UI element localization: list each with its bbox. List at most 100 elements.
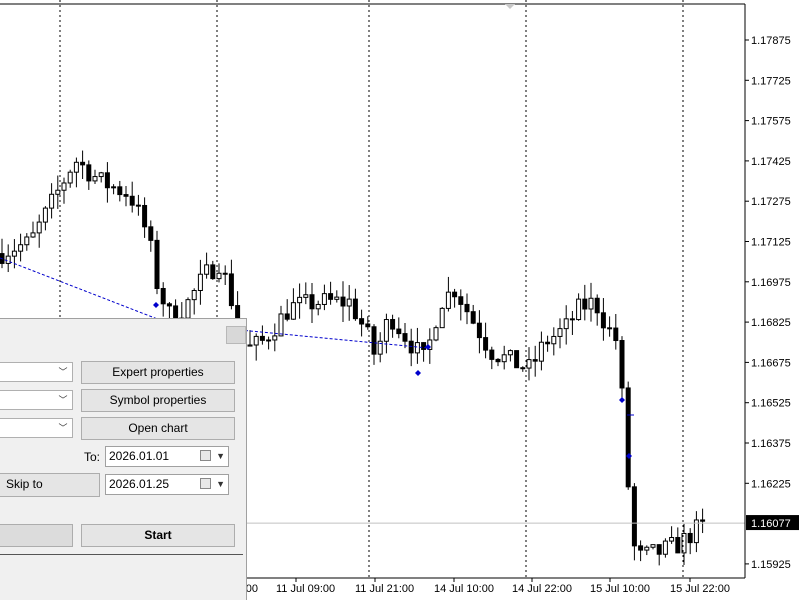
bullish-candle	[185, 299, 191, 319]
chevron-down-icon[interactable]: ▼	[216, 475, 225, 494]
panel-separator	[0, 554, 243, 555]
price-tick-label: 1.15925	[751, 559, 791, 571]
bearish-candle	[160, 287, 166, 305]
chevron-down-icon[interactable]: ▼	[216, 447, 225, 466]
expert-select[interactable]: ﹀	[0, 362, 73, 382]
bearish-candle	[284, 313, 290, 320]
open-chart-button[interactable]: Open chart	[81, 417, 235, 440]
time-tick-label: 14 Jul 22:00	[512, 583, 572, 595]
bullish-candle	[253, 335, 259, 346]
expert-properties-button[interactable]: Expert properties	[81, 361, 235, 384]
bearish-candle	[340, 296, 346, 307]
bullish-candle	[433, 327, 439, 341]
bearish-candle	[545, 341, 551, 345]
time-tick-label: 14 Jul 10:00	[434, 583, 494, 595]
bearish-candle	[371, 326, 377, 355]
price-tick-label: 1.17575	[751, 116, 791, 128]
bearish-candle	[402, 333, 408, 342]
bullish-candle	[204, 264, 210, 275]
price-tick-label: 1.16375	[751, 438, 791, 450]
bullish-candle	[439, 307, 445, 329]
bearish-candle	[495, 358, 501, 363]
bullish-candle	[526, 359, 532, 369]
bullish-candle	[111, 186, 117, 189]
bullish-candle	[383, 319, 389, 342]
bearish-candle	[700, 519, 706, 522]
bearish-candle	[210, 264, 216, 280]
bullish-candle	[30, 232, 36, 238]
bearish-candle	[142, 204, 148, 228]
shift-marker-icon[interactable]	[505, 4, 515, 9]
bearish-candle	[569, 318, 575, 321]
start-button[interactable]: Start	[81, 524, 235, 547]
period-select[interactable]: ﹀	[0, 418, 73, 438]
price-tick-label: 1.16225	[751, 478, 791, 490]
bearish-candle	[228, 273, 234, 307]
price-tick-label: 1.17875	[751, 35, 791, 47]
bullish-candle	[191, 289, 197, 301]
calendar-icon[interactable]	[200, 450, 211, 461]
bearish-candle	[408, 340, 414, 354]
skip-to-button[interactable]: Skip to	[0, 473, 100, 497]
bearish-candle	[452, 291, 458, 298]
bearish-candle	[359, 318, 365, 325]
strategy-tester-panel: ﹀ ﹀ ﹀ Expert properties Symbol propertie…	[0, 318, 247, 600]
bullish-candle	[290, 302, 296, 320]
price-tick-label: 1.16825	[751, 317, 791, 329]
bearish-candle	[594, 297, 600, 314]
chevron-down-icon: ﹀	[58, 367, 68, 377]
time-tick-label: 11 Jul 21:00	[355, 583, 414, 595]
bullish-candle	[98, 172, 104, 178]
skip-to-date-value: 2026.01.25	[109, 477, 170, 491]
price-tick-label: 1.16675	[751, 357, 791, 369]
to-label: To:	[84, 450, 101, 464]
trade-line	[0, 257, 161, 321]
bullish-candle	[61, 182, 67, 191]
stop-button[interactable]	[0, 524, 73, 547]
bearish-candle	[514, 350, 520, 369]
bullish-candle	[272, 335, 278, 341]
panel-collapse-button[interactable]	[226, 326, 246, 344]
bullish-candle	[650, 544, 656, 548]
time-tick-label: 15 Jul 22:00	[670, 583, 730, 595]
bullish-candle	[92, 176, 98, 182]
price-tick-label: 1.17275	[751, 196, 791, 208]
bearish-candle	[123, 194, 129, 197]
bearish-candle	[222, 272, 228, 275]
bearish-candle	[631, 486, 637, 547]
bullish-candle	[55, 189, 61, 195]
time-tick-label: 15 Jul 10:00	[590, 583, 650, 595]
bullish-candle	[266, 339, 272, 342]
bullish-candle	[18, 244, 24, 252]
bearish-candle	[458, 296, 464, 305]
chevron-down-icon: ﹀	[58, 423, 68, 433]
bearish-candle	[607, 327, 613, 330]
bearish-candle	[259, 335, 265, 341]
calendar-icon[interactable]	[200, 478, 211, 489]
bullish-candle	[42, 207, 48, 223]
bullish-candle	[662, 540, 668, 555]
bullish-candle	[507, 350, 513, 356]
bearish-candle	[613, 327, 619, 342]
skip-to-date-field[interactable]: 2026.01.25 ▼	[105, 474, 229, 495]
bullish-candle	[278, 313, 284, 337]
bearish-candle	[619, 340, 625, 389]
bearish-candle	[464, 303, 470, 313]
price-tick-label: 1.17725	[751, 75, 791, 87]
bearish-candle	[328, 293, 334, 300]
trade-marker-icon	[619, 397, 625, 403]
bullish-candle	[297, 296, 303, 304]
symbol-properties-button[interactable]: Symbol properties	[81, 389, 235, 412]
price-tick-label: 1.16975	[751, 277, 791, 289]
to-date-field[interactable]: 2026.01.01 ▼	[105, 446, 229, 467]
bearish-candle	[148, 226, 154, 241]
price-tick-label: 1.16525	[751, 398, 791, 410]
bullish-candle	[334, 296, 340, 300]
bearish-candle	[520, 367, 526, 370]
bullish-candle	[644, 546, 650, 551]
symbol-select[interactable]: ﹀	[0, 390, 73, 410]
bearish-candle	[675, 537, 681, 554]
bullish-candle	[557, 328, 563, 337]
bullish-candle	[414, 342, 420, 354]
bullish-candle	[538, 341, 544, 362]
